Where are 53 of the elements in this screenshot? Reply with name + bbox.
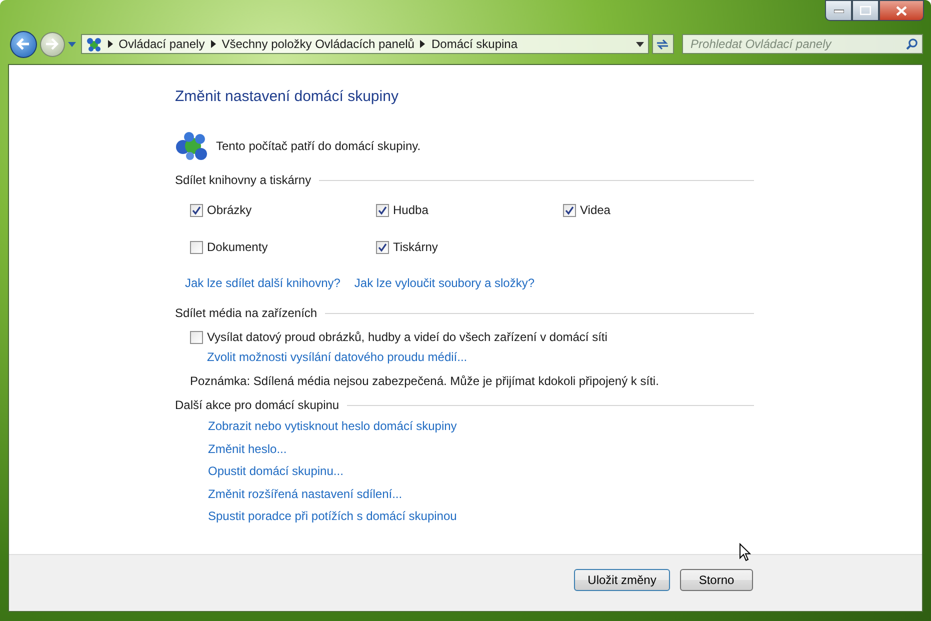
- action-link[interactable]: Opustit domácí skupinu...: [208, 464, 922, 478]
- search-icon[interactable]: [906, 38, 918, 50]
- address-bar[interactable]: Ovládací panely Všechny položky Ovládacích panelů Domácí skupina: [80, 34, 649, 54]
- breadcrumb[interactable]: Všechny položky Ovládacích panelů: [222, 37, 414, 51]
- cancel-button[interactable]: Storno: [680, 569, 753, 591]
- checkbox[interactable]: [376, 240, 389, 254]
- breadcrumb[interactable]: Ovládací panely: [118, 37, 205, 51]
- checkbox-label[interactable]: Tiskárny: [393, 240, 438, 254]
- arrow-right-icon: [45, 38, 60, 50]
- save-button[interactable]: Uložit změny: [574, 569, 670, 591]
- help-link[interactable]: Jak lze sdílet další knihovny?: [185, 276, 340, 290]
- maximize-button[interactable]: [852, 0, 879, 21]
- close-button[interactable]: [879, 0, 924, 21]
- mouse-cursor-icon: [739, 543, 751, 562]
- checkbox-label[interactable]: Dokumenty: [207, 240, 268, 254]
- chevron-icon[interactable]: [108, 40, 113, 48]
- action-link[interactable]: Zobrazit nebo vytisknout heslo domácí skupiny: [208, 419, 922, 433]
- minimize-button[interactable]: [825, 0, 852, 21]
- minimize-icon: [834, 8, 844, 12]
- chevron-icon[interactable]: [210, 40, 216, 48]
- homegroup-icon: [175, 131, 209, 161]
- checkbox[interactable]: [376, 204, 389, 216]
- checkbox-label[interactable]: Hudba: [393, 203, 428, 217]
- checkbox-label[interactable]: Obrázky: [207, 203, 252, 217]
- search-field[interactable]: Prohledat Ovládací panely: [682, 34, 924, 54]
- back-button[interactable]: [10, 30, 37, 58]
- checkbox-label[interactable]: Vysílat datový proud obrázků, hudby a videí do všech zařízení v domácí síti: [207, 330, 608, 344]
- dropdown-arrow-icon[interactable]: [636, 42, 644, 46]
- page-title: Změnit nastavení domácí skupiny: [175, 88, 400, 105]
- section-heading: Sdílet média na zařízeních: [175, 306, 318, 320]
- close-icon: [896, 6, 907, 16]
- refresh-button[interactable]: [652, 34, 674, 54]
- action-link[interactable]: Spustit poradce při potížích s domácí skupinou: [208, 509, 922, 523]
- streaming-options-link[interactable]: Zvolit možnosti vysílání datového proudu médií...: [207, 350, 922, 364]
- checkbox[interactable]: [190, 240, 203, 254]
- section-heading: Další akce pro domácí skupinu: [175, 398, 340, 412]
- forward-button[interactable]: [40, 32, 65, 56]
- checkbox[interactable]: [563, 204, 576, 216]
- help-link[interactable]: Jak lze vyloučit soubory a složky?: [354, 276, 534, 290]
- section-heading: Sdílet knihovny a tiskárny: [175, 173, 312, 187]
- action-link[interactable]: Změnit heslo...: [208, 442, 922, 456]
- action-link[interactable]: Změnit rozšířená nastavení sdílení...: [208, 486, 922, 500]
- checkbox[interactable]: [190, 330, 203, 344]
- refresh-icon: [656, 38, 670, 50]
- note-text: Poznámka: Sdílená média nejsou zabezpečená. Může je přijímat kdokoli připojený k síti.: [190, 374, 660, 388]
- maximize-icon: [860, 6, 871, 15]
- status-text: Tento počítač patří do domácí skupiny.: [216, 139, 421, 153]
- checkbox-label[interactable]: Videa: [580, 203, 610, 217]
- breadcrumb[interactable]: Domácí skupina: [431, 37, 518, 51]
- chevron-icon[interactable]: [420, 40, 426, 48]
- arrow-left-icon: [16, 38, 30, 50]
- network-icon: [86, 36, 102, 52]
- checkbox[interactable]: [190, 204, 203, 216]
